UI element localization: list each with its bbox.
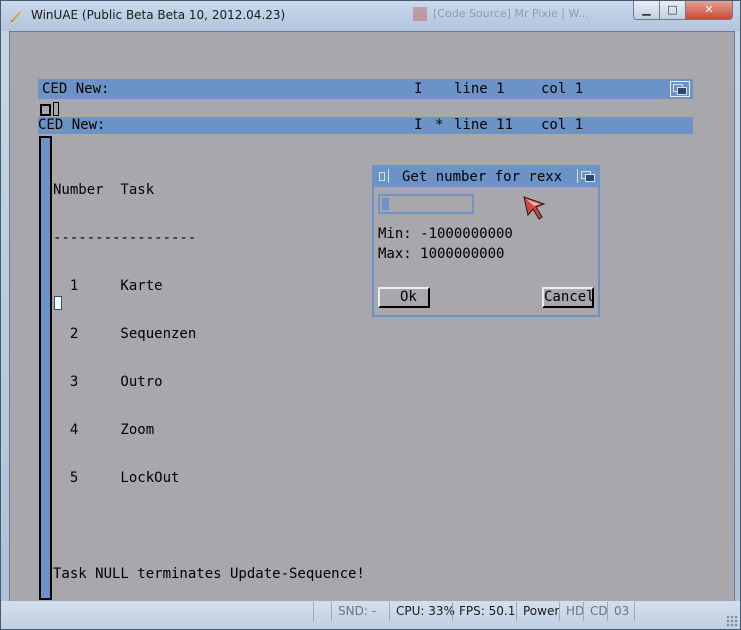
editor-titlebar-1[interactable]: CED New: I line 1 col 1 xyxy=(38,79,693,99)
get-number-dialog: Get number for rexx Min: -1000000000 Max… xyxy=(372,165,600,317)
depth-gadget-icon[interactable] xyxy=(670,81,690,97)
resize-gadget-icon[interactable] xyxy=(53,102,59,116)
close-icon: ✕ xyxy=(704,3,714,16)
background-window-title: [Code Source] Mr Pixie | W... xyxy=(389,7,589,27)
emulator-window: WinUAE (Public Beta Beta 10, 2012.04.23)… xyxy=(0,0,741,630)
amiga-screen[interactable]: CED New: I line 1 col 1 CED New: I * lin… xyxy=(9,31,735,603)
text-line: 5 LockOut xyxy=(53,470,180,486)
minimize-button[interactable]: ▁ xyxy=(633,1,660,20)
close-button[interactable]: ✕ xyxy=(685,1,733,20)
cancel-button[interactable]: Cancel xyxy=(542,287,595,308)
status-cpu[interactable]: CPU: 33% xyxy=(389,602,461,621)
title-bar[interactable]: WinUAE (Public Beta Beta 10, 2012.04.23)… xyxy=(1,1,740,31)
line-indicator: line 1 xyxy=(454,81,505,97)
mouse-pointer-icon xyxy=(523,196,546,220)
window-title: WinUAE (Public Beta Beta 10, 2012.04.23) xyxy=(31,8,286,22)
text-line: Number Task xyxy=(53,182,155,198)
insert-mode-indicator: I xyxy=(414,81,423,97)
editor-titlebar-2[interactable]: CED New: I * line 11 col 1 xyxy=(38,117,693,134)
min-label: Min: -1000000000 xyxy=(378,226,513,242)
status-separator xyxy=(313,602,314,621)
resize-grip-icon[interactable] xyxy=(726,615,738,627)
text-line: 3 Outro xyxy=(53,374,163,390)
minimize-icon: ▁ xyxy=(642,3,651,16)
editor-text-area[interactable]: Number Task ----------------- 1 Karte 2 … xyxy=(53,150,365,602)
text-line: 2 Sequenzen xyxy=(53,326,197,342)
status-bar: SND: - CPU: 33% FPS: 50.1 Power HD CD 03 xyxy=(1,601,740,629)
text-line: 4 Zoom xyxy=(53,422,155,438)
max-label: Max: 1000000000 xyxy=(378,246,505,262)
maximize-button[interactable]: □ xyxy=(659,1,686,20)
text-line: ----------------- xyxy=(53,230,197,246)
text-line xyxy=(53,518,365,534)
insert-mode-indicator: I xyxy=(414,117,423,133)
status-floppy-drive[interactable]: 03 xyxy=(607,602,635,621)
column-indicator: col 1 xyxy=(541,117,584,133)
ok-button[interactable]: Ok xyxy=(378,287,430,308)
line-indicator: line 11 xyxy=(454,117,514,133)
editor-name: CED New: xyxy=(42,81,110,97)
status-fps[interactable]: FPS: 50.1 xyxy=(452,602,521,621)
input-cursor xyxy=(382,198,389,210)
maximize-icon: □ xyxy=(667,3,678,16)
text-cursor xyxy=(54,296,62,310)
status-power-led[interactable]: Power xyxy=(516,602,565,621)
dialog-titlebar[interactable]: Get number for rexx xyxy=(374,167,598,187)
number-input[interactable] xyxy=(378,194,474,214)
column-indicator: col 1 xyxy=(541,81,584,97)
dialog-depth-icon[interactable] xyxy=(577,169,596,183)
editor-scrollbar[interactable] xyxy=(39,136,52,600)
status-separator xyxy=(634,602,635,621)
editor-name: CED New: xyxy=(38,117,106,133)
modified-indicator: * xyxy=(435,117,444,133)
dialog-close-icon[interactable] xyxy=(376,169,389,183)
text-line: 1 Karte xyxy=(53,278,163,294)
dialog-title: Get number for rexx xyxy=(402,169,563,185)
text-line: Task NULL terminates Update-Sequence! xyxy=(53,566,365,582)
winuae-app-icon xyxy=(10,11,21,22)
close-gadget-icon[interactable] xyxy=(40,104,51,116)
background-app-icon xyxy=(413,7,427,21)
status-sound[interactable]: SND: - xyxy=(331,602,382,621)
